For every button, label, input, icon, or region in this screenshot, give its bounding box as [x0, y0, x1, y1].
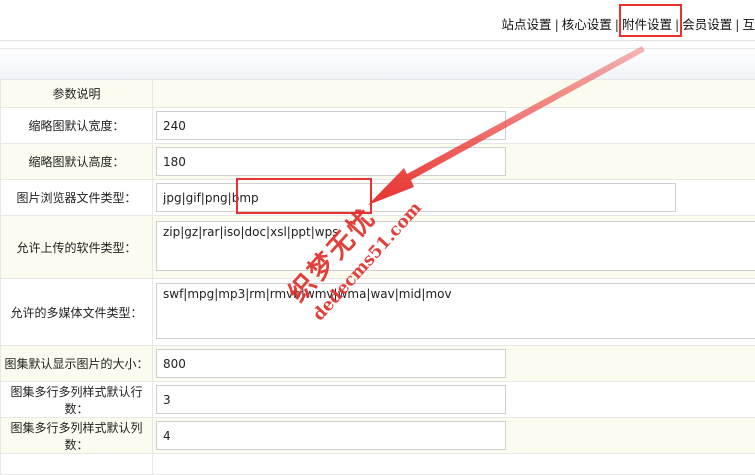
row-label: 图集多行多列样式默认行数： — [1, 382, 153, 418]
settings-table: 参数说明 缩略图默认宽度： 缩略图默认高度： 图片浏览器文件类型： 允许上传的软… — [0, 79, 755, 475]
row-label: 缩略图默认宽度： — [1, 108, 153, 144]
gallery-image-size-input[interactable] — [156, 349, 506, 378]
header-param-desc: 参数说明 — [1, 80, 153, 108]
sub-toolbar — [0, 48, 755, 80]
table-row: 图片浏览器文件类型： — [1, 180, 755, 216]
label-gallery-image-size: 图集默认显示图片的大小： — [4, 357, 148, 371]
attachment-highlight-box — [619, 4, 682, 37]
row-label — [1, 454, 153, 475]
image-types-highlight-box — [236, 178, 372, 214]
thumb-height-input[interactable] — [156, 147, 506, 176]
table-row: 图集多行多列样式默认列数： — [1, 418, 755, 454]
table-row: 图集默认显示图片的大小： — [1, 346, 755, 382]
header-value — [153, 80, 755, 108]
row-label: 允许上传的软件类型： — [1, 216, 153, 279]
nav-member-settings[interactable]: 会员设置 — [682, 17, 732, 32]
table-header-row: 参数说明 — [1, 80, 755, 108]
label-image-browser-types: 图片浏览器文件类型： — [16, 191, 136, 205]
table-row: 缩略图默认高度： — [1, 144, 755, 180]
media-types-textarea[interactable]: swf|mpg|mp3|rm|rmvb|wmv|wma|wav|mid|mov — [156, 283, 755, 339]
row-value — [153, 108, 755, 144]
row-value — [153, 454, 755, 475]
software-types-textarea[interactable]: zip|gz|rar|iso|doc|xsl|ppt|wps — [156, 221, 755, 271]
row-value: zip|gz|rar|iso|doc|xsl|ppt|wps — [153, 216, 755, 279]
gallery-cols-input[interactable] — [156, 421, 506, 450]
top-bar: 站点设置|核心设置|附件设置|会员设置|互 — [0, 0, 755, 41]
table-row: 允许上传的软件类型： zip|gz|rar|iso|doc|xsl|ppt|wp… — [1, 216, 755, 279]
label-thumb-height: 缩略图默认高度： — [28, 155, 124, 169]
row-value — [153, 382, 755, 418]
header-label: 参数说明 — [52, 87, 100, 101]
row-value — [153, 418, 755, 454]
nav-separator: | — [735, 17, 739, 32]
thumb-width-input[interactable] — [156, 111, 506, 140]
nav-interaction-settings[interactable]: 互 — [742, 17, 755, 32]
nav-separator: | — [555, 17, 559, 32]
nav-core-settings[interactable]: 核心设置 — [562, 17, 612, 32]
row-label: 图集多行多列样式默认列数： — [1, 418, 153, 454]
table-row: 缩略图默认宽度： — [1, 108, 755, 144]
row-label: 允许的多媒体文件类型： — [1, 279, 153, 346]
gallery-rows-input[interactable] — [156, 385, 506, 414]
table-row: 图集多行多列样式默认行数： — [1, 382, 755, 418]
label-media-types: 允许的多媒体文件类型： — [10, 306, 142, 320]
row-label: 图片浏览器文件类型： — [1, 180, 153, 216]
row-label: 图集默认显示图片的大小： — [1, 346, 153, 382]
table-row: 允许的多媒体文件类型： swf|mpg|mp3|rm|rmvb|wmv|wma|… — [1, 279, 755, 346]
row-value — [153, 144, 755, 180]
row-label: 缩略图默认高度： — [1, 144, 153, 180]
label-software-types: 允许上传的软件类型： — [16, 241, 136, 255]
row-value: swf|mpg|mp3|rm|rmvb|wmv|wma|wav|mid|mov — [153, 279, 755, 346]
label-thumb-width: 缩略图默认宽度： — [28, 119, 124, 133]
label-gallery-rows: 图集多行多列样式默认行数： — [10, 385, 142, 416]
nav-site-settings[interactable]: 站点设置 — [502, 17, 552, 32]
image-browser-types-input[interactable] — [156, 183, 676, 212]
label-gallery-cols: 图集多行多列样式默认列数： — [10, 421, 142, 452]
row-value — [153, 346, 755, 382]
table-row — [1, 454, 755, 475]
